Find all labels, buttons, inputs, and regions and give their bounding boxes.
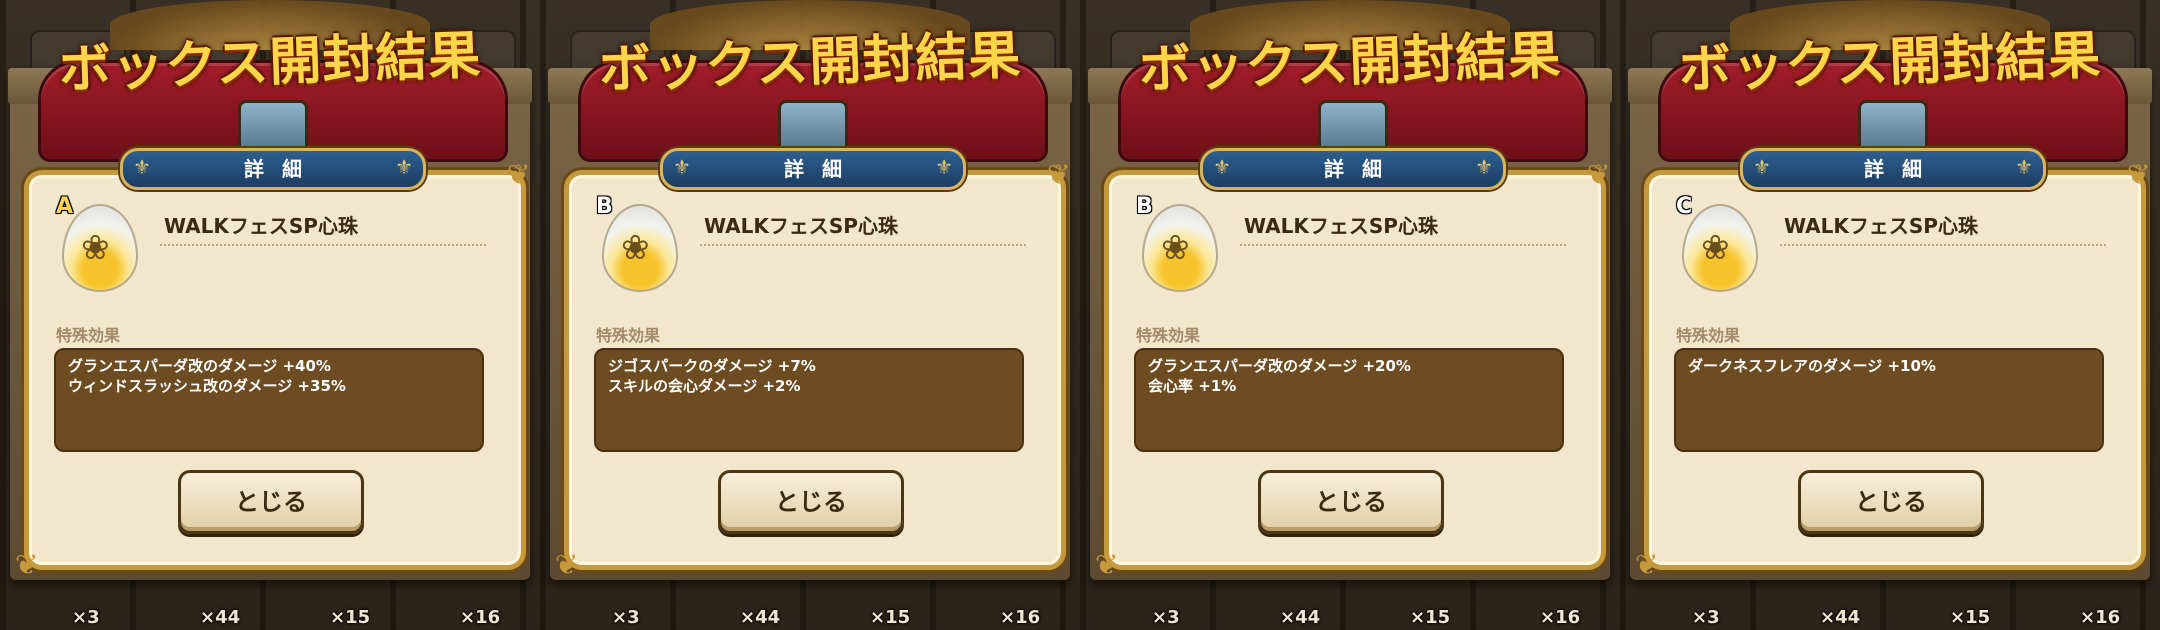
effect-line: ダークネスフレアのダメージ +10% — [1688, 357, 1936, 375]
fleur-de-lis-icon: ⚜ — [2015, 155, 2033, 179]
detail-tab: ⚜ 詳細 ⚜ — [1200, 148, 1506, 190]
fleur-de-lis-icon: ⚜ — [133, 155, 151, 179]
effect-line: スキルの会心ダメージ +2% — [608, 377, 801, 395]
effect-line: ウィンドスラッシュ改のダメージ +35% — [68, 377, 346, 395]
filigree-corner-icon: ❦ — [2127, 158, 2151, 191]
heart-gem-icon: ❀ A — [56, 194, 138, 292]
result-panel: ×3 ×44 ×15 ×16 ボックス開封結果 ❦ ❦ ⚜ 詳細 ⚜ ❀ B W… — [1080, 0, 1620, 630]
item-count: ×16 — [460, 607, 501, 628]
effect-line: 会心率 +1% — [1148, 377, 1237, 395]
item-name: WALKフェスSP心珠 — [704, 214, 898, 238]
laurel-wreath-icon: ❀ — [81, 228, 110, 268]
filigree-corner-icon: ❦ — [1587, 158, 1611, 191]
fleur-de-lis-icon: ⚜ — [935, 155, 953, 179]
laurel-wreath-icon: ❀ — [1701, 228, 1730, 268]
result-panel: ×3 ×44 ×15 ×16 ボックス開封結果 ❦ ❦ ⚜ 詳細 ⚜ ❀ A W… — [0, 0, 540, 630]
dotted-divider — [1240, 244, 1566, 246]
fleur-de-lis-icon: ⚜ — [673, 155, 691, 179]
item-count: ×3 — [1152, 607, 1180, 628]
item-count: ×15 — [1950, 607, 1991, 628]
item-count: ×16 — [1540, 607, 1581, 628]
effect-section-label: 特殊効果 — [56, 326, 121, 345]
heart-gem-icon: ❀ B — [1136, 194, 1218, 292]
close-button[interactable]: とじる — [1258, 470, 1444, 534]
result-panel: ×3 ×44 ×15 ×16 ボックス開封結果 ❦ ❦ ⚜ 詳細 ⚜ ❀ C W… — [1620, 0, 2160, 630]
filigree-corner-icon: ❦ — [1635, 548, 1659, 581]
item-count: ×44 — [1280, 607, 1321, 628]
effect-section-label: 特殊効果 — [596, 326, 661, 345]
item-count: ×15 — [330, 607, 371, 628]
result-panel: ×3 ×44 ×15 ×16 ボックス開封結果 ❦ ❦ ⚜ 詳細 ⚜ ❀ B W… — [540, 0, 1080, 630]
detail-tab: ⚜ 詳細 ⚜ — [660, 148, 966, 190]
fleur-de-lis-icon: ⚜ — [1753, 155, 1771, 179]
detail-tab-label: 詳細 — [1864, 157, 1940, 181]
background-counts: ×3 ×44 ×15 ×16 — [1620, 590, 2160, 630]
item-count: ×15 — [1410, 607, 1451, 628]
close-button[interactable]: とじる — [1798, 470, 1984, 534]
close-button[interactable]: とじる — [178, 470, 364, 534]
laurel-wreath-icon: ❀ — [621, 228, 650, 268]
rank-badge: C — [1676, 194, 1693, 219]
heart-gem-icon: ❀ C — [1676, 194, 1758, 292]
detail-tab-label: 詳細 — [784, 157, 860, 181]
detail-tab-label: 詳細 — [1324, 157, 1400, 181]
filigree-corner-icon: ❦ — [1095, 548, 1119, 581]
laurel-wreath-icon: ❀ — [1161, 228, 1190, 268]
effect-line: グランエスパーダ改のダメージ +40% — [68, 357, 331, 375]
rank-badge: B — [596, 194, 613, 219]
rank-badge: B — [1136, 194, 1153, 219]
effect-line: ジゴスパークのダメージ +7% — [608, 357, 816, 375]
item-count: ×44 — [200, 607, 241, 628]
item-name: WALKフェスSP心珠 — [164, 214, 358, 238]
filigree-corner-icon: ❦ — [15, 548, 39, 581]
background-counts: ×3 ×44 ×15 ×16 — [1080, 590, 1620, 630]
background-counts: ×3 ×44 ×15 ×16 — [540, 590, 1080, 630]
rank-badge: A — [56, 194, 74, 219]
item-count: ×44 — [740, 607, 781, 628]
close-button[interactable]: とじる — [718, 470, 904, 534]
effect-list: グランエスパーダ改のダメージ +40% ウィンドスラッシュ改のダメージ +35% — [54, 348, 484, 452]
item-count: ×16 — [2080, 607, 2121, 628]
background-counts: ×3 ×44 ×15 ×16 — [0, 590, 540, 630]
dotted-divider — [700, 244, 1026, 246]
dotted-divider — [1780, 244, 2106, 246]
dotted-divider — [160, 244, 486, 246]
item-count: ×44 — [1820, 607, 1861, 628]
fleur-de-lis-icon: ⚜ — [1475, 155, 1493, 179]
item-name: WALKフェスSP心珠 — [1244, 214, 1438, 238]
filigree-corner-icon: ❦ — [1047, 158, 1071, 191]
item-count: ×3 — [1692, 607, 1720, 628]
effect-line: グランエスパーダ改のダメージ +20% — [1148, 357, 1411, 375]
detail-tab: ⚜ 詳細 ⚜ — [120, 148, 426, 190]
filigree-corner-icon: ❦ — [555, 548, 579, 581]
item-count: ×15 — [870, 607, 911, 628]
fleur-de-lis-icon: ⚜ — [395, 155, 413, 179]
effect-list: グランエスパーダ改のダメージ +20% 会心率 +1% — [1134, 348, 1564, 452]
item-count: ×3 — [72, 607, 100, 628]
fleur-de-lis-icon: ⚜ — [1213, 155, 1231, 179]
effect-section-label: 特殊効果 — [1676, 326, 1741, 345]
detail-tab: ⚜ 詳細 ⚜ — [1740, 148, 2046, 190]
item-count: ×16 — [1000, 607, 1041, 628]
effect-list: ジゴスパークのダメージ +7% スキルの会心ダメージ +2% — [594, 348, 1024, 452]
filigree-corner-icon: ❦ — [507, 158, 531, 191]
effect-section-label: 特殊効果 — [1136, 326, 1201, 345]
detail-tab-label: 詳細 — [244, 157, 320, 181]
item-count: ×3 — [612, 607, 640, 628]
heart-gem-icon: ❀ B — [596, 194, 678, 292]
effect-list: ダークネスフレアのダメージ +10% — [1674, 348, 2104, 452]
item-name: WALKフェスSP心珠 — [1784, 214, 1978, 238]
